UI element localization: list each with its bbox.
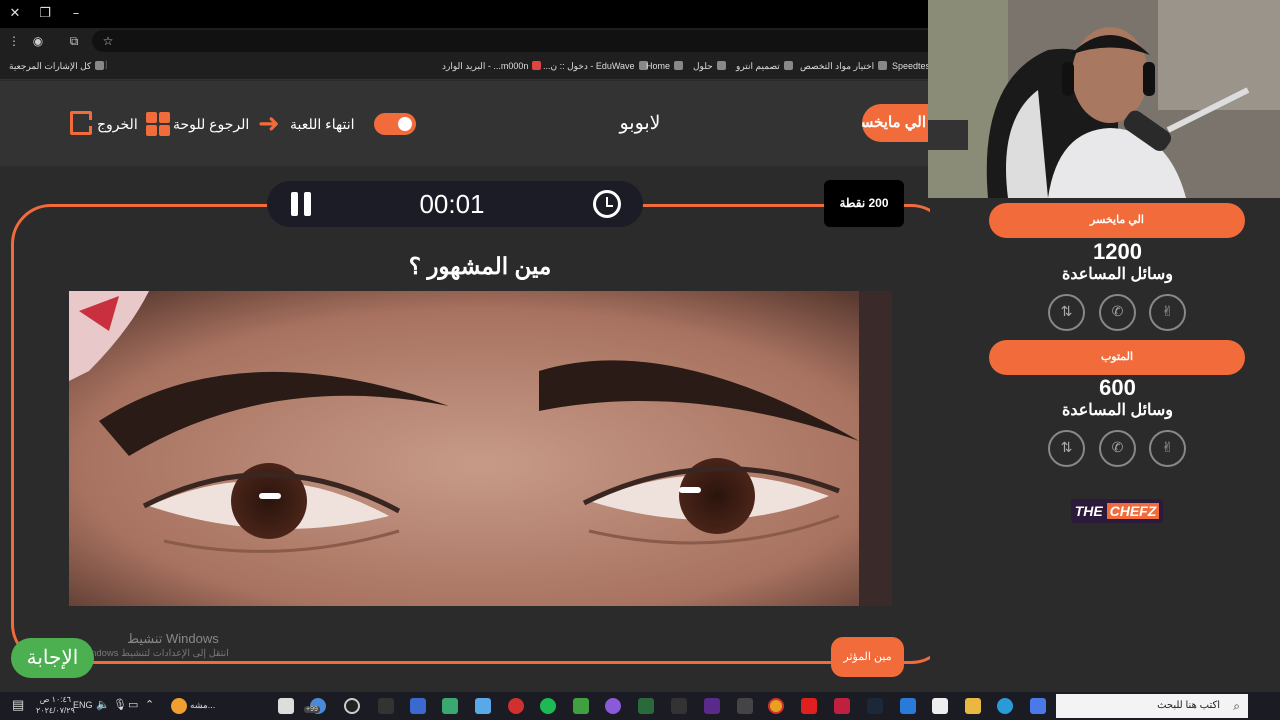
address-bar[interactable]: ☆ [92,30,930,52]
language-indicator[interactable]: ENG [73,700,93,710]
outlook-icon[interactable] [900,698,916,714]
exit-icon[interactable] [70,111,95,135]
youtube-icon[interactable] [801,698,817,714]
swap-icon[interactable]: ⇅ [1048,430,1085,467]
team-2-name: المتوب [989,340,1245,375]
microphone-icon[interactable]: 🎙 [113,698,127,711]
site-icon [716,61,726,70]
sponsor-logo: THE CHEFZ [1071,499,1163,523]
bookmarks-divider: | [105,59,108,69]
spotify-icon[interactable] [540,698,556,714]
back-to-board-button[interactable]: الرجوع للوحة [173,111,249,137]
network-icon[interactable]: ▭ [128,698,138,711]
app-speedometer-icon[interactable] [344,698,360,714]
exit-button[interactable]: الخروج [97,111,138,137]
search-icon: ⌕ [1233,699,1240,713]
taskview-icon[interactable] [278,698,294,714]
bookmark-courses[interactable]: اختيار مواد التخصص [800,61,888,72]
puzzle-icon[interactable]: ⧉ [65,32,83,50]
bookmark-intro-design[interactable]: تصميم انترو [736,61,793,72]
activation-watermark-title: تنشيط Windows [127,631,219,646]
all-bookmarks[interactable]: كل الإشارات المرجعية [9,61,105,72]
phone-icon[interactable]: ✆ [1099,430,1136,467]
chrome-icon[interactable] [768,698,784,714]
store-icon[interactable] [932,698,948,714]
menu-dots-icon[interactable]: ⋮ [5,32,23,50]
activation-watermark-text: انتقل إلى الإعدادات لتنشيط Windows [80,648,229,659]
arrow-right-icon[interactable]: ➜ [258,111,280,137]
app-monitor-icon[interactable] [508,698,524,714]
answer-button[interactable]: الإجابة [11,638,94,678]
windows-taskbar: ▤ ١٠:٤٦ ص ٢٠٢٤/٠٧/٢٩ ENG 🔈 🎙 ▭ ⌃ مشه... … [0,692,1280,720]
two-answers-icon[interactable]: ✌ [1149,294,1186,331]
weather-icon[interactable] [171,698,187,714]
bookmark-eduwave[interactable]: EduWave - دخول :: ن... [543,61,648,72]
copilot-icon[interactable] [1030,698,1046,714]
restore-window-icon[interactable]: ❐ [35,4,55,24]
webcam-overlay [928,0,1280,198]
clock[interactable]: ١٠:٤٦ ص ٢٠٢٤/٠٧/٢٩ [36,694,75,716]
phone-icon[interactable]: ✆ [1099,294,1136,331]
team-1-aids-label: وسائل المساعدة [1061,266,1174,283]
app-bm-icon[interactable] [671,698,687,714]
excel-icon[interactable] [638,698,654,714]
swap-icon[interactable]: ⇅ [1048,294,1085,331]
bookmark-home[interactable]: Home [646,61,684,71]
browser-toolbar: ⋮ ◉ ⧉ ☆ [0,28,930,54]
team-1-score: 1200 [1093,239,1142,264]
gmail-icon [532,61,542,70]
pause-icon[interactable] [291,192,313,216]
site-icon [878,61,888,70]
bookmarks-bar: كل الإشارات المرجعية | m000n... - البريد… [0,54,933,80]
app-red-play-icon[interactable] [834,698,850,714]
board-grid-icon[interactable] [146,112,170,136]
extension-icon[interactable]: ◉ [29,32,47,50]
bookmark-mail[interactable]: m000n... - البريد الوارد [442,61,542,72]
end-game-button[interactable]: انتهاء اللعبة [290,111,354,137]
app-chat-icon[interactable] [442,698,458,714]
points-badge: 200 نقطة [824,180,904,227]
app-blue-icon[interactable] [475,698,491,714]
weather-label[interactable]: مشه... [190,700,215,711]
timer-display: 00:01 [419,189,485,219]
edge-icon[interactable] [997,698,1013,714]
steam-icon[interactable] [867,698,883,714]
app-mb-icon[interactable] [737,698,753,714]
game-header: الخروج الرجوع للوحة ➜ انتهاء اللعبة لابو… [0,81,930,166]
team-2-aids-label: وسائل المساعدة [1061,402,1174,419]
influencer-button[interactable]: مين المؤثر [831,637,904,677]
close-window-icon[interactable]: ✕ [5,4,25,24]
reset-timer-icon[interactable] [593,190,621,218]
folder-icon [95,61,105,70]
brand-title: لابوبو [619,113,661,134]
question-image [69,291,892,606]
file-explorer-icon[interactable] [965,698,981,714]
site-icon [783,61,793,70]
question-text: مين المشهور ؟ [408,253,552,279]
chevron-up-icon[interactable]: ⌃ [145,698,154,711]
app-tool-icon[interactable] [378,698,394,714]
bookmark-solutions[interactable]: حلول [693,61,726,72]
current-team-tab: الي مايخسر [862,104,930,142]
mail-badge: +99 [304,706,320,713]
site-icon [674,61,684,70]
app-play-icon[interactable] [573,698,589,714]
browser-titlebar: ✕ ❐ – [0,0,930,28]
volume-icon[interactable]: 🔈 [96,698,110,711]
timer-bar: 00:01 [267,181,643,227]
notifications-icon[interactable]: ▤ [12,697,24,713]
team-1-name: الي مايخسر [989,203,1245,238]
app-layers-icon[interactable] [410,698,426,714]
obs-icon[interactable] [605,698,621,714]
team-2-score: 600 [1099,375,1136,400]
taskbar-search-input[interactable]: اكتب هنا للبحث ⌕ [1056,694,1248,718]
star-bookmark-icon[interactable]: ☆ [99,32,117,50]
settings-toggle[interactable] [374,113,416,135]
app-purple-icon[interactable] [704,698,720,714]
minimize-window-icon[interactable]: – [66,4,86,24]
bookmark-speedtest[interactable]: Speedtest [892,61,933,71]
two-answers-icon[interactable]: ✌ [1149,430,1186,467]
